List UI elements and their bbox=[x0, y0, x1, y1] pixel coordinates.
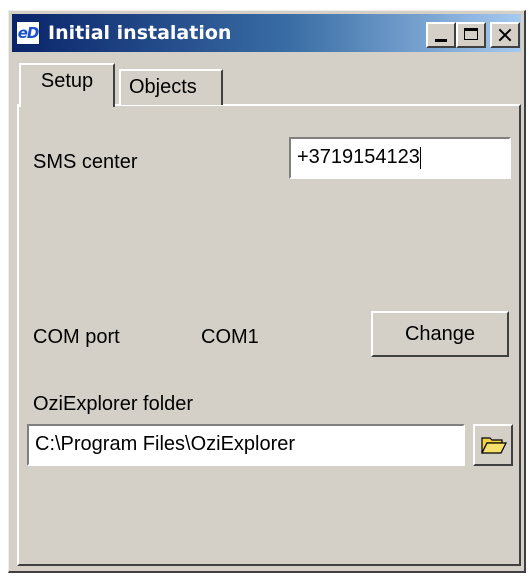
change-button[interactable]: Change bbox=[371, 311, 509, 357]
com-port-value: COM1 bbox=[201, 326, 259, 348]
tab-objects[interactable]: Objects bbox=[119, 69, 223, 105]
com-port-label: COM port bbox=[33, 326, 120, 348]
tab-strip: Setup Objects bbox=[19, 61, 519, 107]
close-button[interactable] bbox=[490, 22, 520, 48]
sms-center-label: SMS center bbox=[33, 151, 138, 173]
initial-installation-window: eD Initial instalation Setup Objects SMS… bbox=[8, 10, 526, 573]
maximize-button[interactable] bbox=[456, 22, 486, 48]
ozi-folder-label: OziExplorer folder bbox=[33, 393, 194, 415]
browse-folder-button[interactable] bbox=[473, 424, 513, 466]
title-bar[interactable]: eD Initial instalation bbox=[12, 14, 521, 52]
folder-open-icon bbox=[481, 437, 507, 454]
text-caret bbox=[419, 146, 421, 169]
sms-center-value: +3719154123 bbox=[297, 146, 420, 168]
minimize-button[interactable] bbox=[426, 22, 456, 48]
tab-setup[interactable]: Setup bbox=[19, 63, 115, 107]
ozi-folder-input[interactable]: C:\Program Files\OziExplorer bbox=[27, 424, 465, 466]
app-icon: eD bbox=[16, 21, 40, 45]
sms-center-input[interactable]: +3719154123 bbox=[289, 137, 511, 179]
window-title: Initial instalation bbox=[48, 22, 232, 44]
